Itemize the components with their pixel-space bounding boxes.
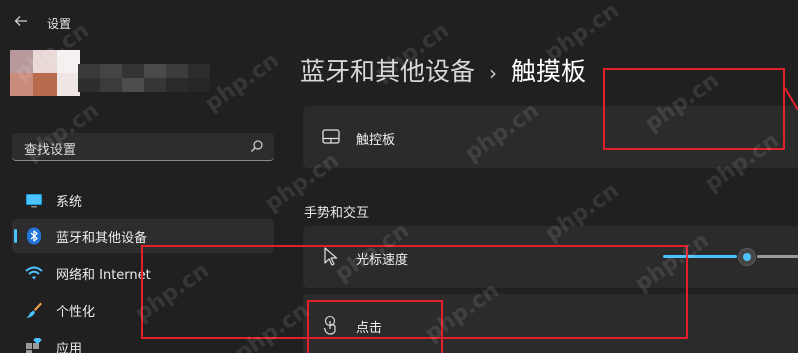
sidebar-item-system[interactable]: 系统 (12, 183, 274, 217)
settings-window: 设置 查找设置 系统 蓝牙和其他设备 网络和 Internet 个性化 应用 蓝… (0, 0, 798, 353)
search-placeholder: 查找设置 (24, 143, 77, 158)
monitor-icon (26, 194, 42, 208)
brush-icon (26, 302, 42, 318)
section-title: 手势和交互 (304, 206, 370, 221)
annotation-box-touchpad-toggle (603, 68, 785, 150)
touchpad-label: 触控板 (356, 133, 396, 148)
avatar[interactable] (10, 50, 80, 96)
breadcrumb: 蓝牙和其他设备 › 触摸板 (300, 52, 586, 88)
apps-icon (26, 338, 42, 353)
back-button[interactable] (10, 10, 32, 32)
app-title: 设置 (47, 17, 72, 31)
search-input[interactable]: 查找设置 (12, 133, 274, 161)
bluetooth-icon (27, 227, 41, 245)
page-title: 触摸板 (511, 57, 587, 86)
slider-track-empty (757, 255, 798, 258)
breadcrumb-parent[interactable]: 蓝牙和其他设备 (300, 57, 475, 86)
sidebar-item-label: 蓝牙和其他设备 (56, 230, 148, 246)
user-name-blurred (78, 64, 210, 92)
search-icon (251, 140, 263, 152)
watermark: php.cn (200, 48, 284, 117)
slider-thumb[interactable] (738, 248, 756, 266)
annotation-box-tap (307, 300, 443, 353)
sidebar-item-label: 应用 (56, 341, 83, 353)
touchpad-icon (322, 129, 340, 144)
breadcrumb-separator: › (489, 61, 498, 85)
sidebar-item-label: 网络和 Internet (56, 267, 151, 283)
sidebar-item-label: 个性化 (56, 304, 96, 320)
active-indicator (14, 229, 17, 243)
annotation-line (785, 88, 798, 111)
wifi-icon (25, 266, 43, 280)
arrow-left-icon (14, 16, 27, 26)
sidebar-item-label: 系统 (56, 194, 83, 210)
